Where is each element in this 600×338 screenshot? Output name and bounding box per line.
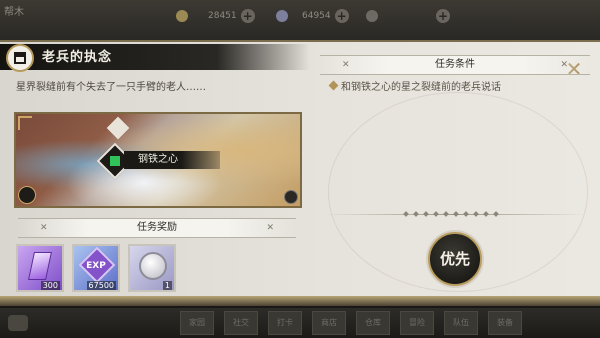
chat-icon[interactable] xyxy=(8,315,28,331)
map-gear-icon[interactable] xyxy=(284,190,298,204)
reward-qty: 67500 xyxy=(86,281,116,290)
quest-icon xyxy=(6,44,34,72)
reward-qty: 1 xyxy=(162,281,172,290)
rewards-header: ✕ 任务奖励 ✕ xyxy=(18,218,296,238)
rewards-header-label: 任务奖励 xyxy=(137,222,177,233)
add-exp-button[interactable]: + xyxy=(436,9,450,23)
nav-checkin[interactable]: 打卡 xyxy=(268,311,302,335)
resource-gem: 64954 + xyxy=(276,8,349,24)
nav-team[interactable]: 队伍 xyxy=(444,311,478,335)
reward-coin[interactable]: 1 xyxy=(128,244,176,292)
nav-adventure[interactable]: 冒险 xyxy=(400,311,434,335)
resource-exp: + xyxy=(366,8,450,24)
gem-icon xyxy=(276,10,288,22)
location-map[interactable]: 钢铁之心 xyxy=(14,112,302,208)
resource-gold-value: 28451 xyxy=(208,11,237,21)
reward-list: 300 EXP 67500 1 xyxy=(16,244,176,292)
exp-label: EXP xyxy=(86,261,106,271)
map-pin-icon xyxy=(106,116,130,140)
reward-crystal[interactable]: 300 xyxy=(16,244,64,292)
conditions-header-label: 任务条件 xyxy=(435,59,475,70)
nav-shop[interactable]: 商店 xyxy=(312,311,346,335)
nav-social[interactable]: 社交 xyxy=(224,311,258,335)
bottom-nav: 家园 社交 打卡 商店 仓库 冒险 队伍 装备 xyxy=(0,308,600,338)
reward-exp[interactable]: EXP 67500 xyxy=(72,244,120,292)
top-status-bar: 帮木 28451 + 64954 + + xyxy=(0,0,600,40)
diamond-bullet-icon xyxy=(328,80,339,91)
divider-dots xyxy=(403,211,499,217)
coin-icon xyxy=(176,10,188,22)
add-gem-button[interactable]: + xyxy=(334,9,349,23)
header-deco-right-icon: ✕ xyxy=(266,223,274,233)
reward-qty: 300 xyxy=(40,281,60,290)
map-corner-ornament xyxy=(18,116,32,130)
quest-description: 星界裂缝前有个失去了一只手臂的老人…… xyxy=(16,82,206,93)
header-deco-right-icon: ✕ xyxy=(560,60,568,70)
location-label: 钢铁之心 xyxy=(124,151,220,169)
resource-gold: 28451 + xyxy=(176,8,255,24)
header-deco-left-icon: ✕ xyxy=(40,223,48,233)
map-emblem-icon xyxy=(18,186,36,204)
crystal-icon xyxy=(28,252,52,280)
nav-equipment[interactable]: 装备 xyxy=(488,311,522,335)
condition-item: 和钢铁之心的星之裂缝前的老兵说话 xyxy=(328,78,501,93)
quest-title: 老兵的执念 xyxy=(42,50,113,65)
add-gold-button[interactable]: + xyxy=(240,9,255,23)
condition-text: 和钢铁之心的星之裂缝前的老兵说话 xyxy=(341,82,501,93)
silver-coin-icon xyxy=(139,252,167,280)
nav-home[interactable]: 家园 xyxy=(180,311,214,335)
resource-gem-value: 64954 xyxy=(302,11,331,21)
nav-storage[interactable]: 仓库 xyxy=(356,311,390,335)
priority-button[interactable]: 优先 xyxy=(428,232,482,286)
header-deco-left-icon: ✕ xyxy=(342,60,350,70)
conditions-header: ✕ 任务条件 ✕ xyxy=(320,55,590,75)
dialog-bottom-edge xyxy=(0,296,600,306)
top-left-text: 帮木 xyxy=(4,7,24,18)
exp-icon xyxy=(366,10,378,22)
